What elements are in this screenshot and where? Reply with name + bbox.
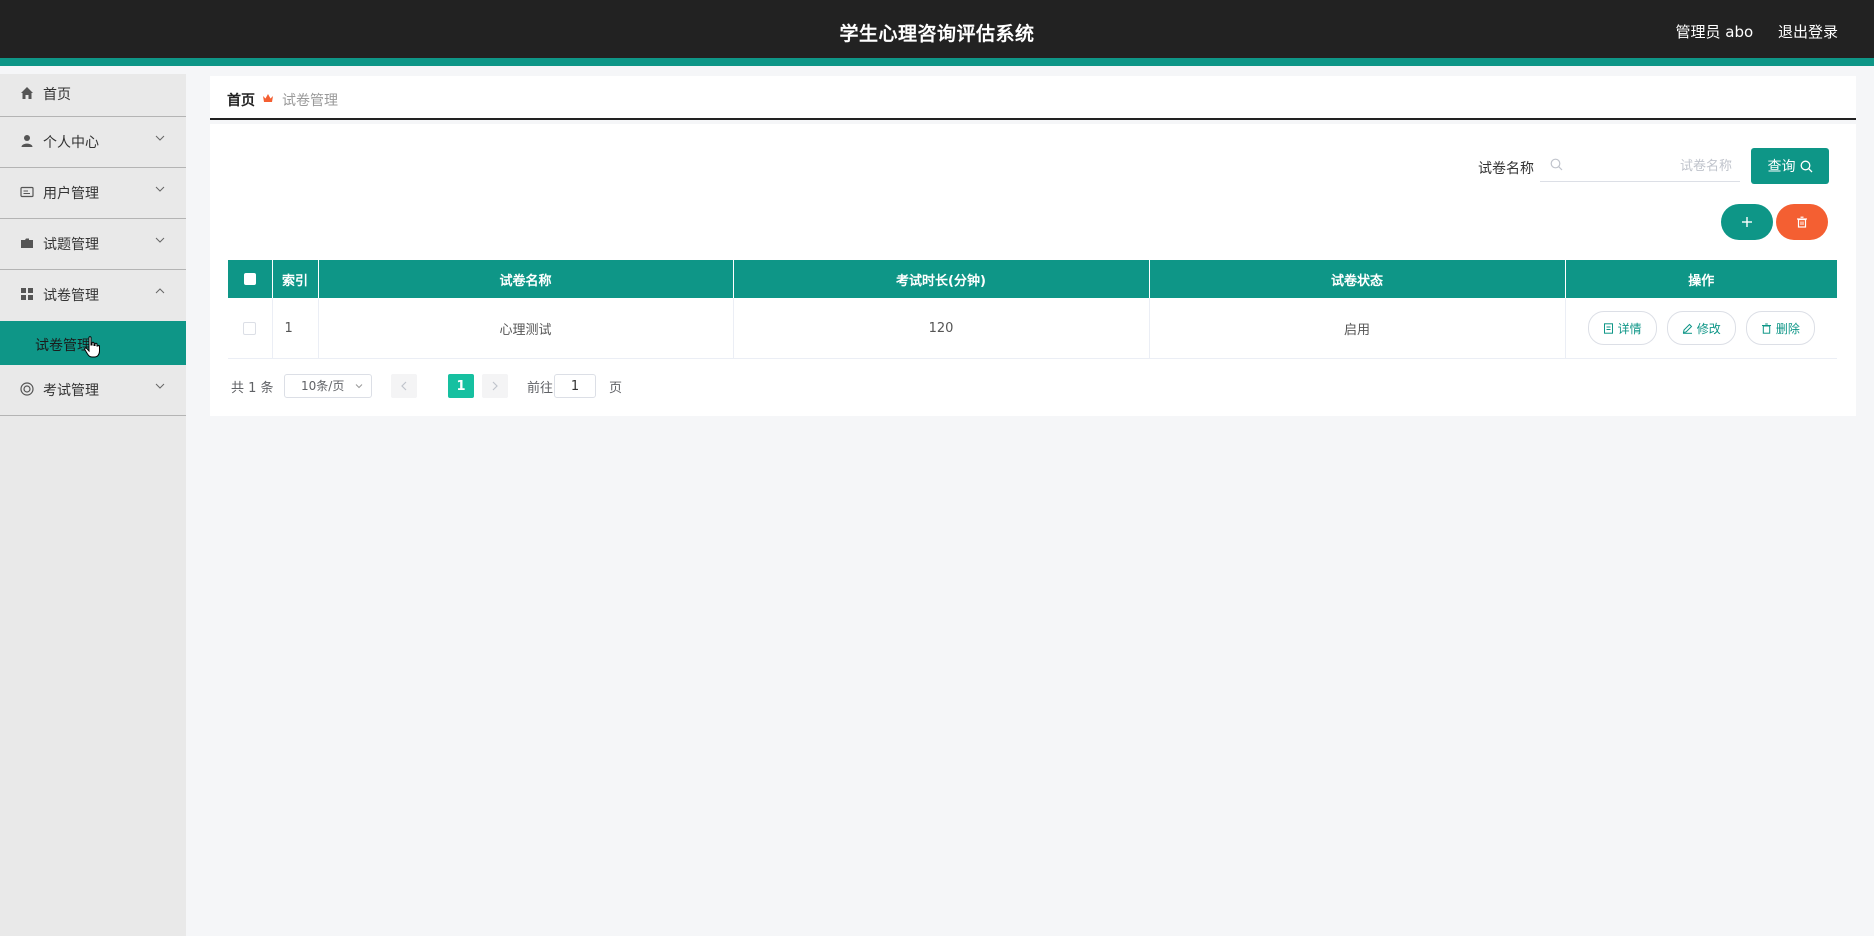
detail-button-label: 详情 (1617, 321, 1642, 336)
detail-button[interactable]: 详情 (1587, 311, 1657, 345)
row-checkbox[interactable] (243, 321, 257, 335)
page-size-value: 10条/页 (301, 379, 345, 393)
grid-icon (21, 288, 33, 300)
trash-icon (1761, 323, 1771, 334)
search-icon (1800, 160, 1812, 172)
next-page-button[interactable] (482, 374, 508, 398)
logout-button[interactable]: 退出登录 (1778, 23, 1838, 41)
sidebar-item-papers[interactable]: 试卷管理 (0, 270, 186, 321)
chevron-down-icon (355, 384, 363, 389)
column-header: 试卷名称 (318, 260, 734, 298)
sidebar-item-label: 考试管理 (43, 383, 99, 399)
pagination-total: 共 1 条 (231, 381, 274, 396)
target-icon (20, 382, 34, 396)
chevron-down-icon (155, 383, 165, 389)
chevron-left-icon (401, 381, 407, 391)
table-row: 1 心理测试 120 启用 详情 修改 删除 (228, 298, 1837, 359)
sidebar: 首页 个人中心 用户管理 试题管理 试卷管理 试卷管理 考试管理 (0, 74, 186, 936)
current-user: 管理员 abo (1675, 23, 1754, 41)
add-button[interactable] (1721, 204, 1773, 240)
folder-icon (21, 238, 33, 248)
index-cell: 1 (272, 298, 319, 359)
sidebar-item-label: 个人中心 (43, 135, 99, 151)
page-number-current[interactable]: 1 (448, 374, 474, 398)
sidebar-item-users[interactable]: 用户管理 (0, 168, 186, 219)
query-button[interactable]: 查询 (1751, 148, 1829, 184)
breadcrumb: 首页 试卷管理 (210, 76, 1856, 120)
home-icon (21, 87, 33, 99)
delete-button[interactable]: 删除 (1745, 311, 1815, 345)
sidebar-item-label: 试卷管理 (43, 288, 99, 304)
delete-button-label: 删除 (1775, 321, 1800, 336)
breadcrumb-home[interactable]: 首页 (227, 90, 255, 110)
goto-label: 前往 (527, 381, 554, 396)
chevron-down-icon (155, 237, 165, 243)
app-title: 学生心理咨询评估系统 (839, 23, 1035, 45)
column-header: 操作 (1565, 260, 1837, 298)
sidebar-item-exams[interactable]: 考试管理 (0, 365, 186, 416)
column-header: 索引 (272, 260, 319, 298)
search-field[interactable] (1540, 148, 1740, 182)
chevron-down-icon (155, 186, 165, 192)
select-all-checkbox[interactable] (243, 273, 256, 285)
column-header: 考试时长(分钟) (733, 260, 1150, 298)
id-card-icon (20, 186, 34, 198)
actions-cell: 详情 修改 删除 (1565, 298, 1837, 359)
sidebar-subitem-label: 试卷管理 (35, 338, 91, 354)
hand-cursor-icon (84, 336, 100, 358)
plus-icon (1742, 217, 1752, 227)
paper-table: 索引 试卷名称 考试时长(分钟) 试卷状态 操作 1 心理测试 120 启用 详… (228, 260, 1837, 359)
sidebar-item-label: 用户管理 (43, 186, 99, 202)
query-button-label: 查询 (1767, 159, 1796, 175)
sidebar-item-questions[interactable]: 试题管理 (0, 219, 186, 270)
sidebar-item-label: 试题管理 (43, 237, 99, 253)
select-all-header[interactable] (228, 260, 273, 298)
chevron-up-icon (155, 288, 165, 294)
paper-name-cell: 心理测试 (318, 298, 734, 359)
search-label: 试卷名称 (1478, 161, 1534, 177)
search-input[interactable] (1570, 154, 1734, 178)
pencil-icon (1682, 323, 1692, 334)
search-icon (1550, 158, 1563, 171)
table-header-row: 索引 试卷名称 考试时长(分钟) 试卷状态 操作 (228, 260, 1837, 298)
edit-button[interactable]: 修改 (1666, 311, 1736, 345)
document-icon (1603, 322, 1613, 334)
sidebar-item-home[interactable]: 首页 (0, 74, 186, 117)
user-area: 管理员 abo 退出登录 (1656, 21, 1838, 42)
chevron-right-icon (492, 381, 498, 391)
duration-cell: 120 (733, 298, 1150, 359)
row-select-cell (228, 298, 273, 359)
chevron-down-icon (155, 135, 165, 141)
batch-delete-button[interactable] (1776, 204, 1828, 240)
sidebar-item-label: 首页 (43, 87, 71, 103)
goto-page-input[interactable] (554, 374, 596, 398)
person-icon (21, 135, 33, 147)
breadcrumb-current: 试卷管理 (282, 93, 338, 109)
page-size-select[interactable]: 10条/页 (284, 374, 372, 398)
trash-icon (1797, 216, 1807, 228)
content-card: 试卷名称 查询 索引 试卷名称 考试时长(分钟) 试卷状态 操作 (210, 124, 1856, 416)
edit-button-label: 修改 (1696, 321, 1721, 336)
sidebar-item-profile[interactable]: 个人中心 (0, 117, 186, 168)
prev-page-button[interactable] (391, 374, 417, 398)
crown-icon (263, 94, 273, 102)
column-header: 试卷状态 (1149, 260, 1566, 298)
top-header: 学生心理咨询评估系统 管理员 abo 退出登录 (0, 0, 1874, 66)
goto-page-unit: 页 (609, 381, 623, 396)
status-cell: 启用 (1149, 298, 1566, 359)
